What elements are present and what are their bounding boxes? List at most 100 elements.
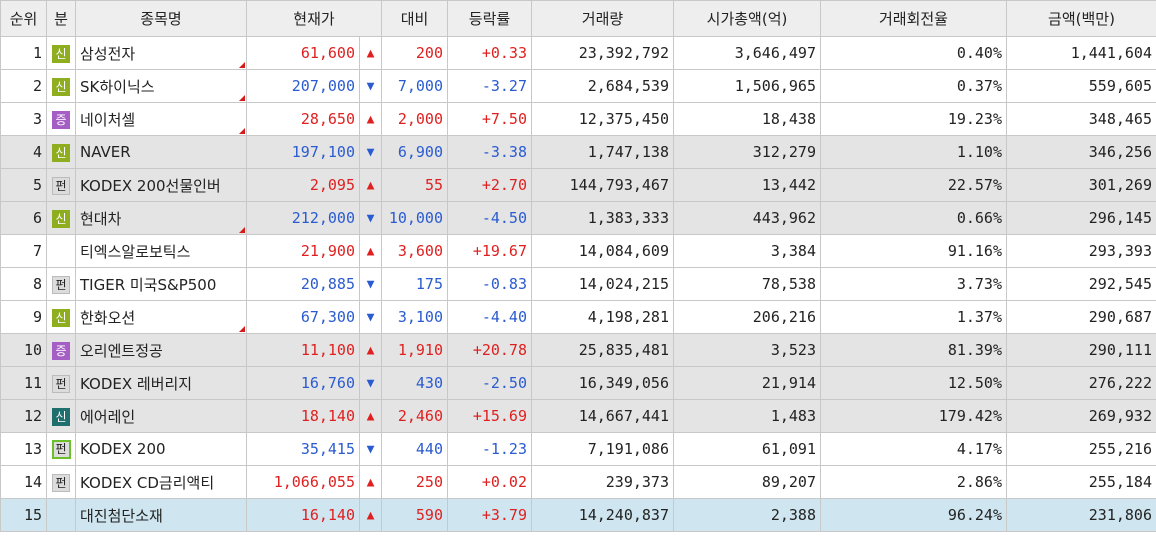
turnover-cell: 0.37% (820, 69, 1007, 103)
type-cell: 신 (46, 36, 76, 70)
header-volume[interactable]: 거래량 (531, 0, 674, 37)
marker-triangle-icon (239, 95, 245, 101)
header-price[interactable]: 현재가 (246, 0, 382, 37)
rank-cell: 10 (0, 333, 47, 367)
stock-name[interactable]: 현대차 (80, 210, 121, 228)
stock-name-cell[interactable]: 삼성전자 (75, 36, 247, 70)
diff-cell: 3,600 (381, 234, 448, 268)
table-row[interactable]: 9 신 한화오션 67,300 ▼ 3,100 -4.40 4,198,281 206,216 1… (0, 300, 1156, 334)
stock-name[interactable]: 대진첨단소재 (80, 507, 163, 525)
stock-name-cell[interactable]: 현대차 (75, 201, 247, 235)
header-market-cap[interactable]: 시가총액(억) (673, 0, 821, 37)
price-cell: 197,100 (246, 135, 360, 169)
header-amount[interactable]: 금액(백만) (1006, 0, 1156, 37)
table-row[interactable]: 10 증 오리엔트정공 11,100 ▲ 1,910 +20.78 25,835,481 3,5… (0, 333, 1156, 367)
header-turnover[interactable]: 거래회전율 (820, 0, 1007, 37)
up-arrow-icon: ▲ (359, 498, 382, 532)
amount-cell: 559,605 (1006, 69, 1156, 103)
diff-cell: 1,910 (381, 333, 448, 367)
type-cell (46, 234, 76, 268)
price-cell: 67,300 (246, 300, 360, 334)
stock-name-cell[interactable]: KODEX 200 (75, 432, 247, 466)
stock-name[interactable]: KODEX 200 (80, 440, 166, 458)
stock-name[interactable]: NAVER (80, 143, 131, 161)
diff-cell: 7,000 (381, 69, 448, 103)
type-badge: 펀 (52, 473, 70, 492)
diff-cell: 10,000 (381, 201, 448, 235)
up-arrow-icon: ▲ (359, 465, 382, 499)
table-row[interactable]: 13 펀 KODEX 200 35,415 ▼ 440 -1.23 7,191,086 61,0… (0, 432, 1156, 466)
rate-cell: -3.27 (447, 69, 532, 103)
stock-name-cell[interactable]: 오리엔트정공 (75, 333, 247, 367)
header-type[interactable]: 분 (46, 0, 76, 37)
stock-name[interactable]: SK하이닉스 (80, 78, 155, 96)
rank-cell: 11 (0, 366, 47, 400)
diff-cell: 440 (381, 432, 448, 466)
turnover-cell: 3.73% (820, 267, 1007, 301)
table-row[interactable]: 2 신 SK하이닉스 207,000 ▼ 7,000 -3.27 2,684,539 1,506… (0, 69, 1156, 103)
stock-name-cell[interactable]: KODEX 200선물인버 (75, 168, 247, 202)
type-badge: 신 (52, 308, 70, 327)
table-row[interactable]: 1 신 삼성전자 61,600 ▲ 200 +0.33 23,392,792 3,646,497… (0, 36, 1156, 70)
stock-name[interactable]: TIGER 미국S&P500 (80, 276, 216, 294)
up-arrow-icon: ▲ (359, 36, 382, 70)
stock-name[interactable]: KODEX 200선물인버 (80, 177, 221, 195)
table-row[interactable]: 15 대진첨단소재 16,140 ▲ 590 +3.79 14,240,837 2,388 96… (0, 498, 1156, 532)
stock-name-cell[interactable]: TIGER 미국S&P500 (75, 267, 247, 301)
rank-cell: 7 (0, 234, 47, 268)
diff-cell: 430 (381, 366, 448, 400)
down-arrow-icon: ▼ (359, 201, 382, 235)
stock-name[interactable]: 티엑스알로보틱스 (80, 243, 190, 261)
stock-name[interactable]: 한화오션 (80, 309, 135, 327)
type-badge: 펀 (52, 176, 70, 195)
table-row[interactable]: 6 신 현대차 212,000 ▼ 10,000 -4.50 1,383,333 443,962… (0, 201, 1156, 235)
stock-ranking-table: 순위 분 종목명 현재가 대비 등락률 거래량 시가총액(억) 거래회전율 금액… (0, 0, 1156, 532)
diff-cell: 175 (381, 267, 448, 301)
rate-cell: +3.79 (447, 498, 532, 532)
amount-cell: 292,545 (1006, 267, 1156, 301)
header-name[interactable]: 종목명 (75, 0, 247, 37)
stock-name[interactable]: 네이처셀 (80, 111, 135, 129)
up-arrow-icon: ▲ (359, 102, 382, 136)
up-arrow-icon: ▲ (359, 168, 382, 202)
table-row[interactable]: 3 증 네이처셀 28,650 ▲ 2,000 +7.50 12,375,450 18,438 1… (0, 102, 1156, 136)
rate-cell: +19.67 (447, 234, 532, 268)
table-row[interactable]: 11 펀 KODEX 레버리지 16,760 ▼ 430 -2.50 16,349,056 21… (0, 366, 1156, 400)
table-row[interactable]: 14 펀 KODEX CD금리액티 1,066,055 ▲ 250 +0.02 239,373… (0, 465, 1156, 499)
table-row[interactable]: 5 펀 KODEX 200선물인버 2,095 ▲ 55 +2.70 144,793,467 1… (0, 168, 1156, 202)
header-rate[interactable]: 등락률 (447, 0, 532, 37)
market-cap-cell: 3,646,497 (673, 36, 821, 70)
table-row[interactable]: 4 신 NAVER 197,100 ▼ 6,900 -3.38 1,747,138 312,27… (0, 135, 1156, 169)
stock-name-cell[interactable]: SK하이닉스 (75, 69, 247, 103)
rank-cell: 9 (0, 300, 47, 334)
stock-name-cell[interactable]: 티엑스알로보틱스 (75, 234, 247, 268)
type-cell: 증 (46, 102, 76, 136)
stock-name-cell[interactable]: KODEX 레버리지 (75, 366, 247, 400)
stock-name[interactable]: 에어레인 (80, 408, 135, 426)
stock-name[interactable]: 오리엔트정공 (80, 342, 163, 360)
header-rank[interactable]: 순위 (0, 0, 47, 37)
price-cell: 1,066,055 (246, 465, 360, 499)
marker-triangle-icon (239, 326, 245, 332)
rate-cell: +0.33 (447, 36, 532, 70)
stock-name-cell[interactable]: 대진첨단소재 (75, 498, 247, 532)
stock-name-cell[interactable]: 한화오션 (75, 300, 247, 334)
down-arrow-icon: ▼ (359, 267, 382, 301)
price-cell: 20,885 (246, 267, 360, 301)
amount-cell: 255,184 (1006, 465, 1156, 499)
table-row[interactable]: 12 신 에어레인 18,140 ▲ 2,460 +15.69 14,667,441 1,483… (0, 399, 1156, 433)
type-badge: 신 (52, 77, 70, 96)
stock-name-cell[interactable]: NAVER (75, 135, 247, 169)
diff-cell: 590 (381, 498, 448, 532)
volume-cell: 1,747,138 (531, 135, 674, 169)
header-diff[interactable]: 대비 (381, 0, 448, 37)
stock-name-cell[interactable]: 네이처셀 (75, 102, 247, 136)
stock-name[interactable]: KODEX CD금리액티 (80, 474, 214, 492)
table-row[interactable]: 8 펀 TIGER 미국S&P500 20,885 ▼ 175 -0.83 14,024,21… (0, 267, 1156, 301)
stock-name[interactable]: KODEX 레버리지 (80, 375, 192, 393)
turnover-cell: 22.57% (820, 168, 1007, 202)
stock-name-cell[interactable]: KODEX CD금리액티 (75, 465, 247, 499)
stock-name[interactable]: 삼성전자 (80, 45, 135, 63)
stock-name-cell[interactable]: 에어레인 (75, 399, 247, 433)
table-row[interactable]: 7 티엑스알로보틱스 21,900 ▲ 3,600 +19.67 14,084,609 3,3… (0, 234, 1156, 268)
